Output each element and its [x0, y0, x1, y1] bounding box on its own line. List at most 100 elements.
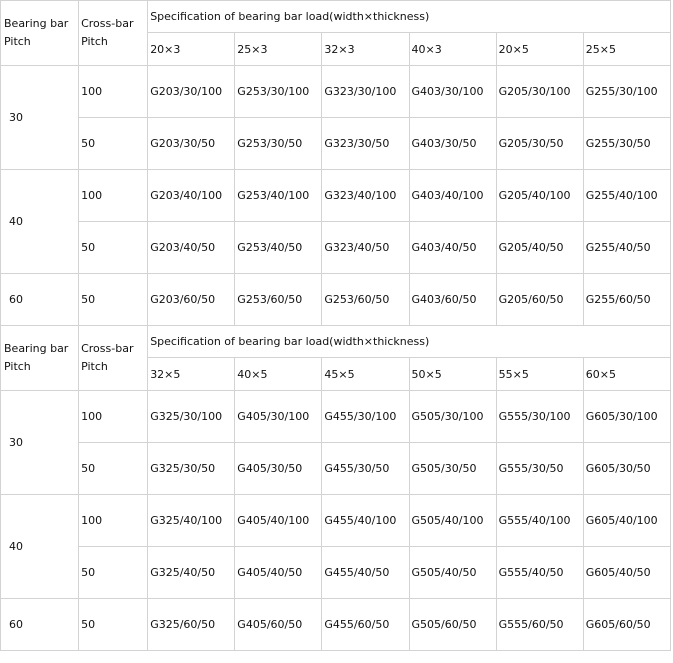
- spec-cell: G253/60/50: [321, 273, 410, 326]
- spec-cell: G323/30/100: [321, 65, 410, 118]
- size-cell: 25×5: [582, 32, 672, 66]
- size-cell: 60×5: [582, 357, 672, 391]
- spec-cell: G455/60/50: [321, 598, 410, 651]
- spec-cell: G555/40/50: [495, 546, 584, 599]
- spec-cell: G255/30/50: [582, 117, 672, 170]
- spec-cell: G205/60/50: [495, 273, 584, 326]
- cross-bar-pitch-header: Cross-bar Pitch: [78, 325, 149, 391]
- spec-cell: G403/60/50: [408, 273, 497, 326]
- spec-cell: G325/60/50: [147, 598, 236, 651]
- spec-cell: G253/30/100: [234, 65, 323, 118]
- spec-cell: G555/60/50: [495, 598, 584, 651]
- spec-cell: G555/30/100: [495, 390, 584, 443]
- spec-table: Bearing bar Pitch Cross-bar Pitch Specif…: [0, 0, 672, 651]
- table-row: 30 100 G325/30/100 G405/30/100 G455/30/1…: [0, 390, 672, 495]
- spec-cell: G253/60/50: [234, 273, 323, 326]
- spec-cell: G405/40/100: [234, 494, 323, 547]
- table-row: 50 G203/30/50 G253/30/50 G323/30/50 G403…: [1, 117, 672, 170]
- table-row: 50 G203/40/50 G253/40/50 G323/40/50 G403…: [1, 221, 672, 274]
- spec-cell: G403/30/100: [408, 65, 497, 118]
- bearing-bar-pitch-header: Bearing bar Pitch: [0, 325, 80, 391]
- spec-cell: G325/40/100: [147, 494, 236, 547]
- spec-cell: G605/40/50: [582, 546, 672, 599]
- spec-cell: G555/30/50: [495, 442, 584, 495]
- size-cell: 32×3: [321, 32, 410, 66]
- spec-cell: G403/30/50: [408, 117, 497, 170]
- header-line: Pitch: [4, 360, 31, 373]
- bearing-pitch-cell: 40: [0, 169, 80, 274]
- size-cell: 25×3: [234, 32, 323, 66]
- cross-pitch-cell: 100: [78, 169, 149, 222]
- spec-cell: G605/30/100: [582, 390, 672, 443]
- spec-cell: G203/40/50: [147, 221, 236, 274]
- size-cell: 45×5: [321, 357, 410, 391]
- spec-cell: G403/40/100: [408, 169, 497, 222]
- cross-pitch-cell: 50: [78, 442, 149, 495]
- spec-cell: G405/60/50: [234, 598, 323, 651]
- header-line: Pitch: [81, 360, 108, 373]
- spec-cell: G203/30/50: [147, 117, 236, 170]
- spec-cell: G455/30/100: [321, 390, 410, 443]
- spec-cell: G505/30/100: [408, 390, 497, 443]
- spec-cell: G203/60/50: [147, 273, 236, 326]
- spec-cell: G403/40/50: [408, 221, 497, 274]
- spec-cell: G455/40/100: [321, 494, 410, 547]
- spec-cell: G405/30/100: [234, 390, 323, 443]
- table-row: 60 50 G203/60/50 G253/60/50 G253/60/50 G…: [0, 273, 672, 326]
- cross-pitch-cell: 50: [78, 546, 149, 599]
- spec-cell: G455/40/50: [321, 546, 410, 599]
- spec-cell: G505/40/50: [408, 546, 497, 599]
- spec-cell: G205/30/50: [495, 117, 584, 170]
- spec-cell: G325/30/100: [147, 390, 236, 443]
- table-row: 30 100 G203/30/100 G253/30/100 G323/30/1…: [0, 65, 672, 170]
- spec-cell: G323/40/100: [321, 169, 410, 222]
- spec-title: Specification of bearing bar load(width×…: [147, 0, 671, 33]
- header-line: Cross-bar: [81, 17, 134, 30]
- bearing-pitch-cell: 30: [0, 390, 80, 495]
- spec-cell: G203/40/100: [147, 169, 236, 222]
- size-cell: 55×5: [495, 357, 584, 391]
- cross-pitch-cell: 100: [78, 494, 149, 547]
- header-line: Bearing bar: [4, 17, 69, 30]
- size-cell: 20×3: [147, 32, 236, 66]
- spec-cell: G605/40/100: [582, 494, 672, 547]
- bearing-pitch-cell: 30: [0, 65, 80, 170]
- header-line: Pitch: [81, 35, 108, 48]
- spec-cell: G255/60/50: [582, 273, 672, 326]
- table-row: 50 G325/40/50 G405/40/50 G455/40/50 G505…: [1, 546, 672, 599]
- spec-cell: G255/40/100: [582, 169, 672, 222]
- bearing-pitch-cell: 40: [0, 494, 80, 599]
- table-row: 40 100 G203/40/100 G253/40/100 G323/40/1…: [0, 169, 672, 274]
- spec-cell: G323/30/50: [321, 117, 410, 170]
- header-row-1: Bearing bar Pitch Cross-bar Pitch Specif…: [0, 0, 671, 66]
- spec-cell: G205/40/100: [495, 169, 584, 222]
- table-row: 60 50 G325/60/50 G405/60/50 G455/60/50 G…: [0, 598, 672, 651]
- cross-pitch-cell: 50: [78, 598, 149, 651]
- bearing-pitch-cell: 60: [0, 598, 80, 651]
- spec-title: Specification of bearing bar load(width×…: [147, 325, 671, 358]
- table-body: Bearing bar Pitch Cross-bar Pitch Specif…: [0, 0, 672, 651]
- spec-cell: G205/30/100: [495, 65, 584, 118]
- cross-pitch-cell: 50: [78, 117, 149, 170]
- spec-cell: G253/30/50: [234, 117, 323, 170]
- spec-cell: G505/60/50: [408, 598, 497, 651]
- spec-cell: G505/30/50: [408, 442, 497, 495]
- size-cell: 32×5: [147, 357, 236, 391]
- bearing-bar-pitch-header: Bearing bar Pitch: [0, 0, 80, 66]
- size-cell: 20×5: [495, 32, 584, 66]
- header-line: Pitch: [4, 35, 31, 48]
- table-row: 50 G325/30/50 G405/30/50 G455/30/50 G505…: [1, 442, 672, 495]
- spec-cell: G555/40/100: [495, 494, 584, 547]
- spec-cell: G255/40/50: [582, 221, 672, 274]
- spec-cell: G203/30/100: [147, 65, 236, 118]
- spec-cell: G325/30/50: [147, 442, 236, 495]
- spec-cell: G255/30/100: [582, 65, 672, 118]
- spec-cell: G605/30/50: [582, 442, 672, 495]
- spec-cell: G323/40/50: [321, 221, 410, 274]
- spec-cell: G505/40/100: [408, 494, 497, 547]
- spec-cell: G253/40/50: [234, 221, 323, 274]
- header-line: Bearing bar: [4, 342, 69, 355]
- header-line: Cross-bar: [81, 342, 134, 355]
- spec-cell: G325/40/50: [147, 546, 236, 599]
- spec-cell: G455/30/50: [321, 442, 410, 495]
